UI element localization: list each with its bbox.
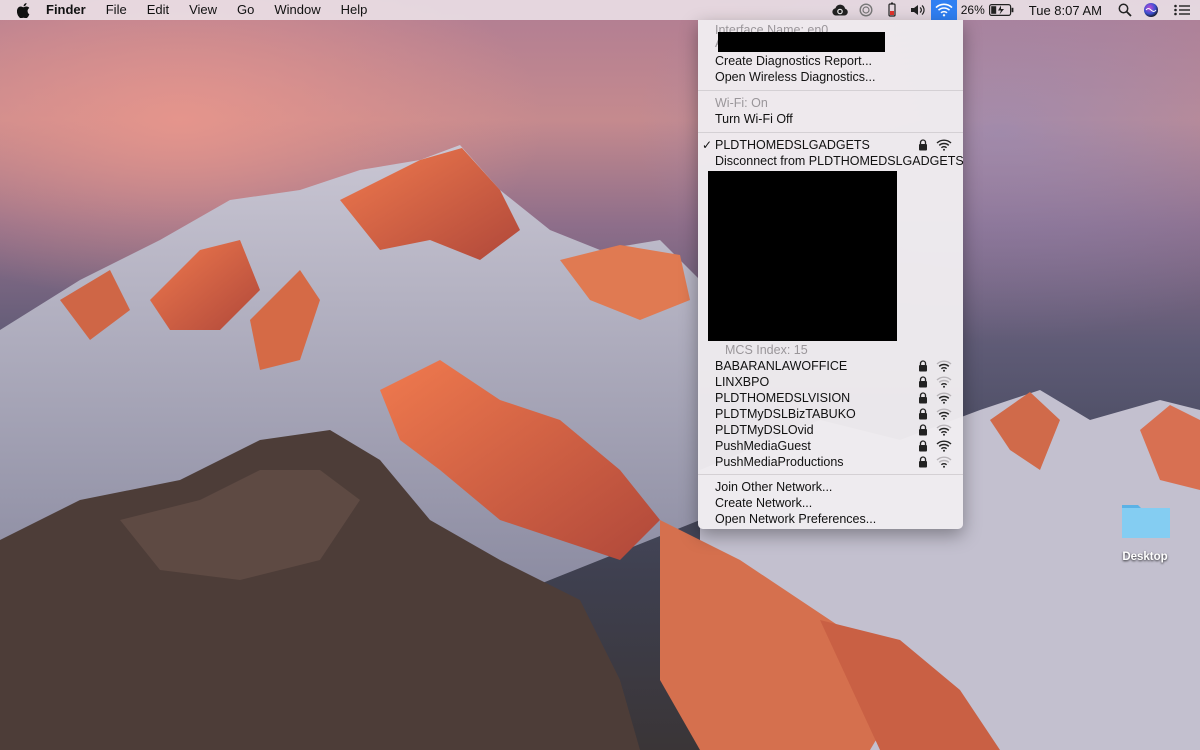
turn-wifi-off-label: Turn Wi-Fi Off bbox=[715, 112, 793, 126]
create-diagnostics-item[interactable]: Create Diagnostics Report... bbox=[698, 53, 963, 69]
menu-help[interactable]: Help bbox=[331, 0, 378, 20]
network-name: BABARANLAWOFFICE bbox=[715, 359, 848, 373]
wifi-signal-icon bbox=[936, 392, 952, 404]
network-name: PLDTHOMEDSLVISION bbox=[715, 391, 851, 405]
spotlight-search-icon[interactable] bbox=[1112, 0, 1138, 20]
lock-icon bbox=[919, 424, 927, 436]
network-name: PLDTMyDSLBizTABUKO bbox=[715, 407, 856, 421]
apple-menu-icon[interactable] bbox=[16, 2, 30, 18]
lock-icon bbox=[919, 408, 927, 420]
notification-center-icon[interactable] bbox=[1164, 0, 1200, 20]
open-wireless-diagnostics-label: Open Wireless Diagnostics... bbox=[715, 70, 876, 84]
menu-bar: Finder File Edit View Go Window Help 26%… bbox=[0, 0, 1200, 20]
connected-network-name: PLDTHOMEDSLGADGETS bbox=[715, 138, 870, 152]
turn-wifi-off-item[interactable]: Turn Wi-Fi Off bbox=[698, 111, 963, 127]
desktop-folder-icon[interactable] bbox=[1121, 501, 1171, 539]
network-item[interactable]: LINXBPO bbox=[698, 374, 963, 390]
network-name: PLDTMyDSLOvid bbox=[715, 423, 814, 437]
create-network-item[interactable]: Create Network... bbox=[698, 495, 963, 511]
network-item[interactable]: PLDTMyDSLOvid bbox=[698, 422, 963, 438]
network-item[interactable]: BABARANLAWOFFICE bbox=[698, 358, 963, 374]
battery-alert-icon[interactable] bbox=[879, 0, 905, 20]
wifi-signal-icon bbox=[936, 440, 952, 452]
mcs-index: MCS Index: 15 bbox=[725, 343, 808, 357]
lock-icon bbox=[919, 440, 927, 452]
menu-window[interactable]: Window bbox=[264, 0, 330, 20]
open-network-preferences-label: Open Network Preferences... bbox=[715, 512, 877, 526]
disconnect-label: Disconnect from PLDTHOMEDSLGADGETS bbox=[715, 154, 964, 168]
menu-clock[interactable]: Tue 8:07 AM bbox=[1017, 3, 1112, 18]
wifi-icon[interactable] bbox=[930, 0, 957, 20]
battery-charging-icon[interactable] bbox=[987, 0, 1017, 20]
wifi-signal-icon bbox=[936, 424, 952, 436]
create-network-label: Create Network... bbox=[715, 496, 813, 510]
siri-icon[interactable] bbox=[1138, 0, 1164, 20]
network-item[interactable]: PushMediaProductions bbox=[698, 454, 963, 470]
open-network-preferences-item[interactable]: Open Network Preferences... bbox=[698, 511, 963, 527]
disconnect-item[interactable]: Disconnect from PLDTHOMEDSLGADGETS bbox=[698, 153, 964, 169]
menu-file[interactable]: File bbox=[96, 0, 137, 20]
network-item[interactable]: PLDTMyDSLBizTABUKO bbox=[698, 406, 963, 422]
wifi-status: Wi-Fi: On bbox=[715, 96, 768, 110]
join-other-network-item[interactable]: Join Other Network... bbox=[698, 479, 963, 495]
lock-icon bbox=[919, 392, 927, 404]
time-machine-icon[interactable] bbox=[853, 0, 879, 20]
menu-separator bbox=[698, 132, 963, 133]
menu-edit[interactable]: Edit bbox=[137, 0, 179, 20]
create-diagnostics-label: Create Diagnostics Report... bbox=[715, 54, 873, 68]
wifi-signal-icon bbox=[936, 456, 952, 468]
menu-finder[interactable]: Finder bbox=[42, 0, 96, 20]
open-wireless-diagnostics-item[interactable]: Open Wireless Diagnostics... bbox=[698, 69, 963, 85]
lock-icon bbox=[919, 360, 927, 372]
menu-go[interactable]: Go bbox=[227, 0, 264, 20]
checkmark-icon: ✓ bbox=[702, 138, 713, 152]
network-name: PushMediaProductions bbox=[715, 455, 844, 469]
wifi-signal-icon bbox=[936, 376, 952, 388]
creative-cloud-icon[interactable] bbox=[827, 0, 853, 20]
network-name: PushMediaGuest bbox=[715, 439, 811, 453]
redacted-address bbox=[718, 32, 885, 52]
join-other-network-label: Join Other Network... bbox=[715, 480, 833, 494]
battery-percent[interactable]: 26% bbox=[957, 3, 987, 17]
desktop-folder-label[interactable]: Desktop bbox=[1110, 551, 1180, 563]
lock-icon bbox=[919, 456, 927, 468]
redacted-network-details bbox=[708, 171, 897, 341]
network-item[interactable]: PLDTHOMEDSLVISION bbox=[698, 390, 963, 406]
wifi-signal-icon bbox=[936, 408, 952, 420]
lock-icon bbox=[919, 376, 927, 388]
lock-icon bbox=[919, 139, 927, 151]
wifi-menu: Interface Name: en0 A Create Diagnostics… bbox=[698, 20, 964, 529]
wifi-signal-icon bbox=[936, 360, 952, 372]
network-name: LINXBPO bbox=[715, 375, 770, 389]
menu-separator bbox=[698, 90, 963, 91]
volume-icon[interactable] bbox=[905, 0, 931, 20]
menu-view[interactable]: View bbox=[179, 0, 227, 20]
wifi-signal-icon bbox=[936, 139, 952, 151]
wallpaper bbox=[0, 145, 1200, 750]
menu-separator bbox=[698, 474, 963, 475]
network-item[interactable]: PushMediaGuest bbox=[698, 438, 963, 454]
wifi-status-row: Wi-Fi: On bbox=[698, 95, 963, 111]
connected-network-item[interactable]: ✓ PLDTHOMEDSLGADGETS bbox=[698, 137, 963, 153]
